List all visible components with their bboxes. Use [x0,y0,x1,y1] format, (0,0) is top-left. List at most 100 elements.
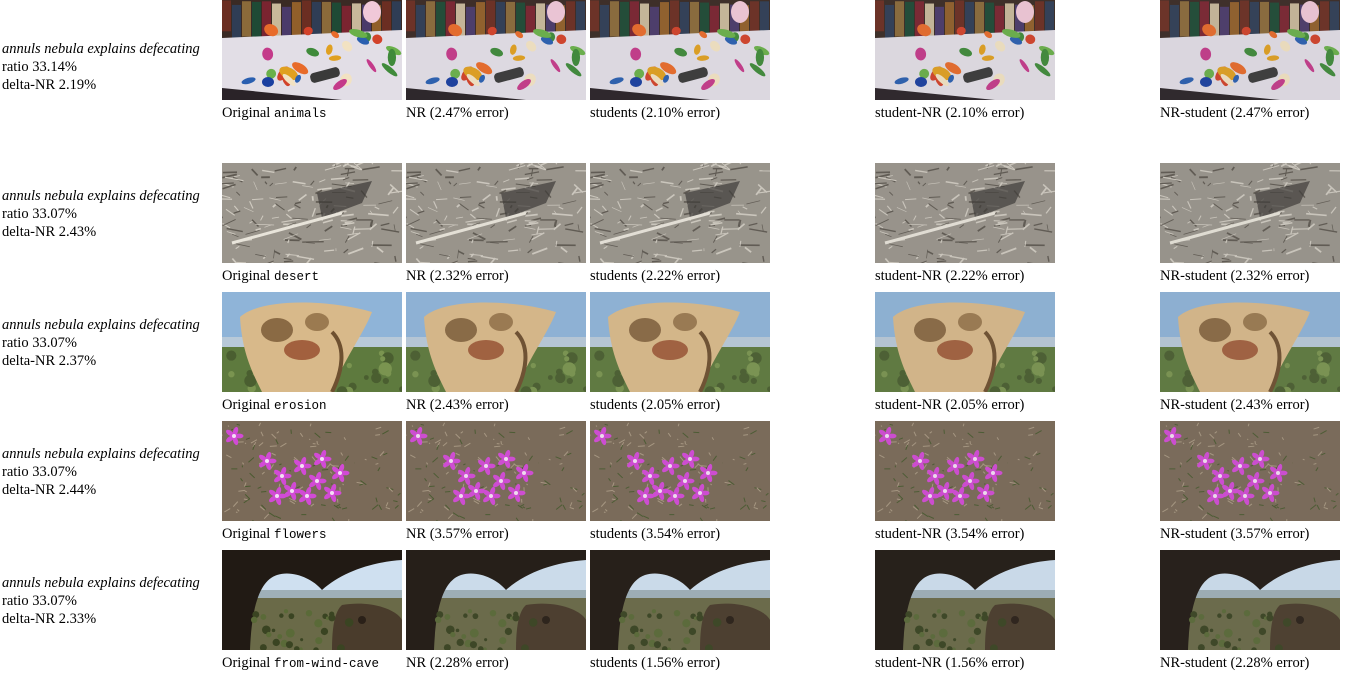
variant-cell: NR-student (2.43% error) [1160,292,1340,414]
reconstructed-image [1160,292,1340,392]
variant-cell: NR (3.57% error) [406,421,586,543]
variant-cell: students (2.22% error) [590,163,770,285]
image-caption: students (2.05% error) [590,396,770,414]
image-caption: Original animals [222,104,402,123]
image-caption: students (2.10% error) [590,104,770,122]
image-caption: NR-student (2.28% error) [1160,654,1340,672]
original-cell: Original from-wind-cave [222,550,402,673]
image-caption: Original flowers [222,525,402,544]
variant-cell: NR-student (2.47% error) [1160,0,1340,122]
original-cell: Original flowers [222,421,402,544]
reconstructed-image [875,292,1055,392]
image-caption: NR (3.57% error) [406,525,586,543]
row-info: annuls nebula explains defecatingratio 3… [2,316,220,370]
reconstructed-image [406,163,586,263]
image-caption: NR (2.47% error) [406,104,586,122]
row-info: annuls nebula explains defecatingratio 3… [2,40,220,94]
image-caption: Original erosion [222,396,402,415]
reconstructed-image [590,550,770,650]
image-caption: NR-student (2.32% error) [1160,267,1340,285]
reconstructed-image [590,421,770,521]
variant-cell: student-NR (2.05% error) [875,292,1055,414]
image-caption: students (2.22% error) [590,267,770,285]
image-name: animals [274,107,327,121]
reconstructed-image [1160,163,1340,263]
variant-cell: students (1.56% error) [590,550,770,672]
result-row: annuls nebula explains defecatingratio 3… [0,0,1365,129]
reconstructed-image [590,163,770,263]
ratio-text: ratio 33.07% [2,592,220,610]
image-caption: NR-student (2.47% error) [1160,104,1340,122]
variant-cell: student-NR (2.10% error) [875,0,1055,122]
variant-cell: students (2.05% error) [590,292,770,414]
image-caption: student-NR (2.10% error) [875,104,1055,122]
image-caption: student-NR (1.56% error) [875,654,1055,672]
original-label: Original [222,526,270,542]
variant-cell: NR-student (2.32% error) [1160,163,1340,285]
original-image [222,421,402,521]
reconstructed-image [406,421,586,521]
passphrase-text: annuls nebula explains defecating [2,187,220,205]
original-label: Original [222,268,270,284]
original-image [222,163,402,263]
image-caption: student-NR (2.05% error) [875,396,1055,414]
original-label: Original [222,397,270,413]
variant-cell: NR-student (3.57% error) [1160,421,1340,543]
original-image [222,550,402,650]
image-caption: students (1.56% error) [590,654,770,672]
reconstructed-image [875,0,1055,100]
variant-cell: student-NR (1.56% error) [875,550,1055,672]
image-caption: Original desert [222,267,402,286]
reconstructed-image [1160,421,1340,521]
reconstructed-image [1160,0,1340,100]
reconstructed-image [1160,550,1340,650]
original-cell: Original erosion [222,292,402,415]
passphrase-text: annuls nebula explains defecating [2,574,220,592]
reconstructed-image [590,0,770,100]
reconstructed-image [875,163,1055,263]
image-caption: NR (2.32% error) [406,267,586,285]
original-cell: Original animals [222,0,402,123]
delta-nr-text: delta-NR 2.19% [2,76,220,94]
row-info: annuls nebula explains defecatingratio 3… [2,574,220,628]
image-caption: NR-student (3.57% error) [1160,525,1340,543]
image-name: flowers [274,528,327,542]
delta-nr-text: delta-NR 2.44% [2,481,220,499]
ratio-text: ratio 33.07% [2,334,220,352]
image-caption: NR (2.43% error) [406,396,586,414]
image-caption: students (3.54% error) [590,525,770,543]
image-name: desert [274,270,319,284]
delta-nr-text: delta-NR 2.33% [2,610,220,628]
original-image [222,292,402,392]
ratio-text: ratio 33.14% [2,58,220,76]
original-cell: Original desert [222,163,402,286]
image-caption: Original from-wind-cave [222,654,402,673]
reconstructed-image [406,0,586,100]
reconstructed-image [875,421,1055,521]
row-info: annuls nebula explains defecatingratio 3… [2,187,220,241]
result-row: annuls nebula explains defecatingratio 3… [0,292,1365,421]
ratio-text: ratio 33.07% [2,205,220,223]
delta-nr-text: delta-NR 2.37% [2,352,220,370]
ratio-text: ratio 33.07% [2,463,220,481]
reconstructed-image [875,550,1055,650]
reconstructed-image [590,292,770,392]
variant-cell: students (3.54% error) [590,421,770,543]
image-name: erosion [274,399,327,413]
image-caption: student-NR (2.22% error) [875,267,1055,285]
variant-cell: NR (2.43% error) [406,292,586,414]
reconstructed-image [406,292,586,392]
reconstructed-image [406,550,586,650]
variant-cell: student-NR (2.22% error) [875,163,1055,285]
variant-cell: NR (2.28% error) [406,550,586,672]
original-image [222,0,402,100]
variant-cell: NR (2.47% error) [406,0,586,122]
delta-nr-text: delta-NR 2.43% [2,223,220,241]
variant-cell: student-NR (3.54% error) [875,421,1055,543]
variant-cell: students (2.10% error) [590,0,770,122]
passphrase-text: annuls nebula explains defecating [2,445,220,463]
image-caption: NR (2.28% error) [406,654,586,672]
row-info: annuls nebula explains defecatingratio 3… [2,445,220,499]
image-caption: student-NR (3.54% error) [875,525,1055,543]
image-caption: NR-student (2.43% error) [1160,396,1340,414]
